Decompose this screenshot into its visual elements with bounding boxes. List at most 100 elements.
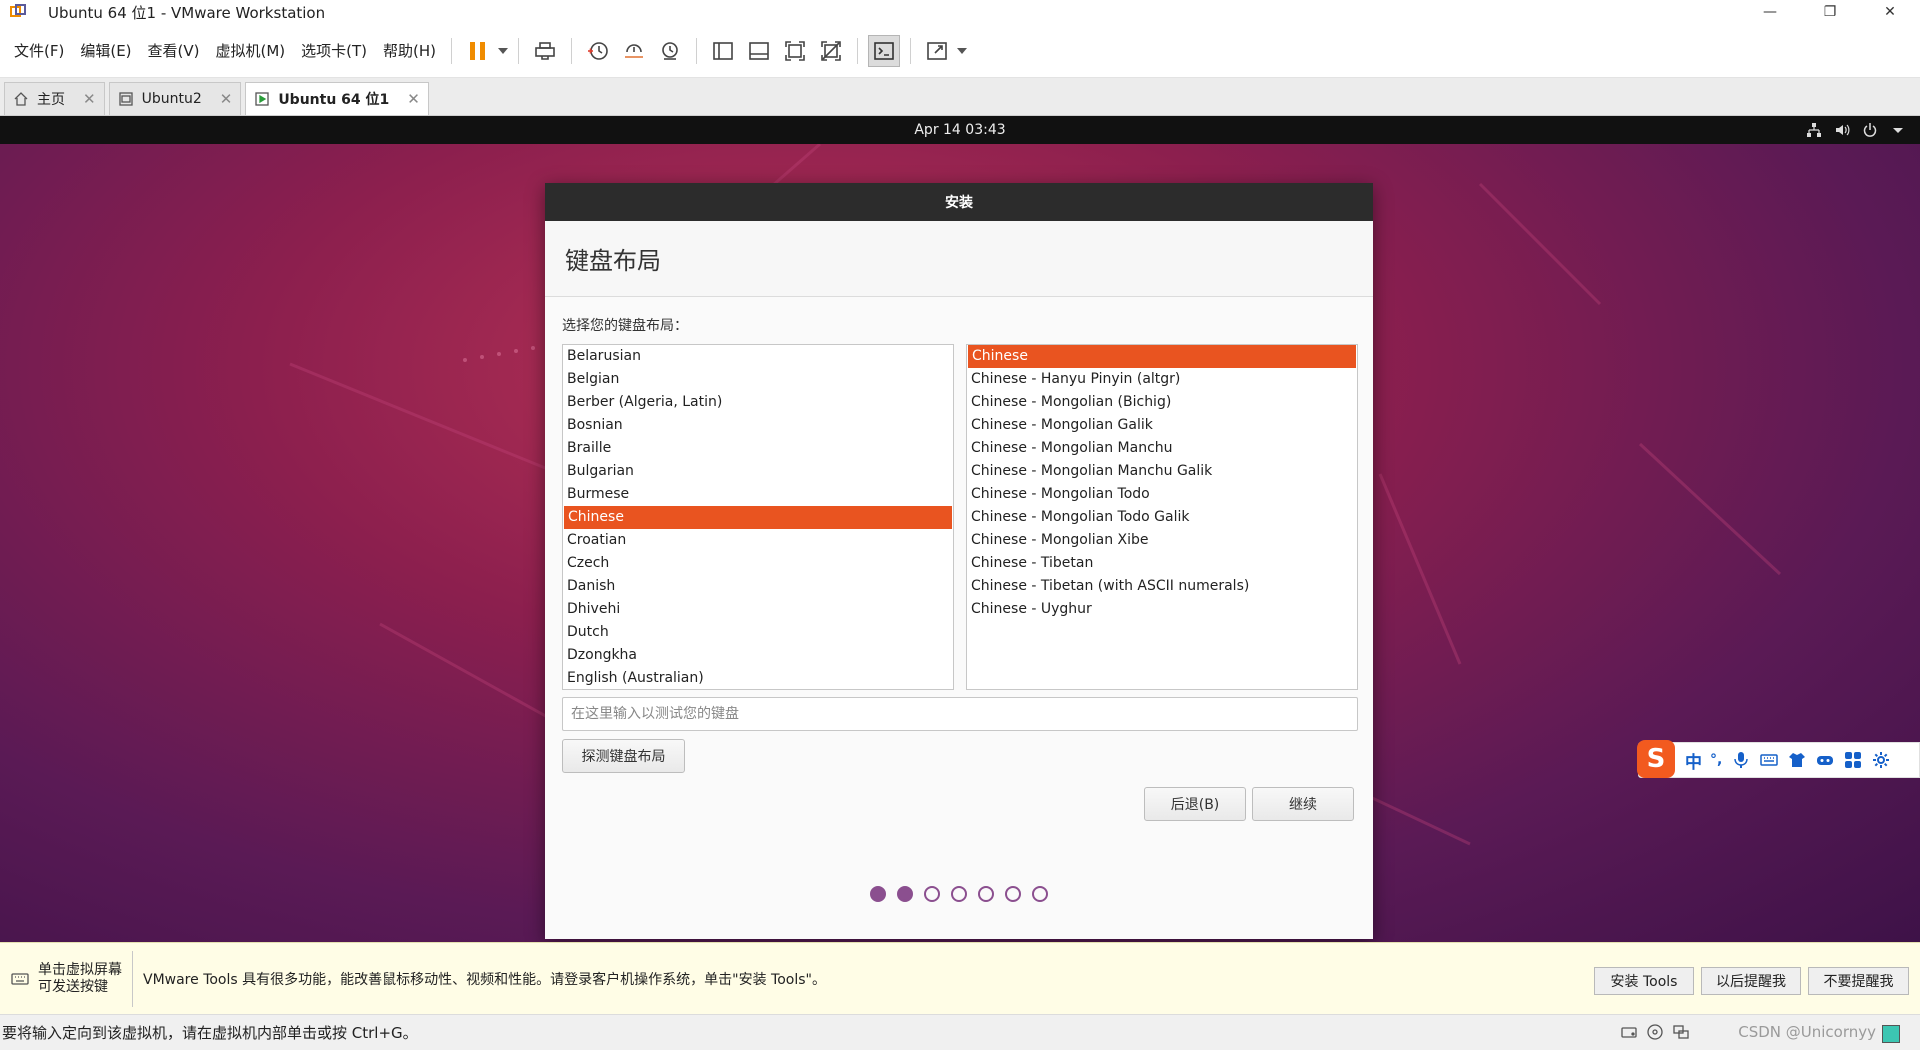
- close-button[interactable]: ✕: [1860, 0, 1920, 24]
- layout-item[interactable]: Danish: [563, 575, 953, 598]
- variant-item[interactable]: Chinese - Tibetan (with ASCII numerals): [967, 575, 1357, 598]
- progress-step-dot: [1032, 886, 1048, 902]
- variant-item[interactable]: Chinese - Mongolian Manchu Galik: [967, 460, 1357, 483]
- sogou-logo-icon[interactable]: S: [1637, 740, 1675, 778]
- game-icon[interactable]: [1816, 751, 1834, 769]
- variant-item[interactable]: Chinese - Mongolian Galik: [967, 414, 1357, 437]
- clock[interactable]: Apr 14 03:43: [914, 122, 1005, 138]
- status-bar: 要将输入定向到该虚拟机，请在虚拟机内部单击或按 Ctrl+G。 CSDN @Un…: [0, 1014, 1920, 1050]
- detect-layout-button[interactable]: 探测键盘布局: [562, 739, 685, 773]
- console-icon[interactable]: [868, 34, 901, 67]
- restore-button[interactable]: ❐: [1800, 0, 1860, 24]
- variant-item[interactable]: Chinese - Mongolian Manchu: [967, 437, 1357, 460]
- progress-step-dot: [897, 886, 913, 902]
- toolbar-divider: [857, 37, 859, 64]
- send-ctrl-alt-del-icon[interactable]: [529, 35, 561, 67]
- layout-item[interactable]: Czech: [563, 552, 953, 575]
- minimize-button[interactable]: —: [1740, 0, 1800, 24]
- menu-tabs[interactable]: 选项卡(T): [294, 40, 374, 61]
- variant-item[interactable]: Chinese - Mongolian Xibe: [967, 529, 1357, 552]
- keyboard-icon: [11, 972, 29, 985]
- layout-item[interactable]: Croatian: [563, 529, 953, 552]
- cd-drive-icon[interactable]: [1646, 1023, 1664, 1041]
- ime-toolbar[interactable]: S 中 °,: [1637, 740, 1920, 778]
- keyboard-icon[interactable]: [1760, 751, 1779, 769]
- toolbox-icon[interactable]: [1844, 751, 1862, 769]
- continue-button[interactable]: 继续: [1252, 787, 1354, 821]
- hard-disk-icon[interactable]: [1620, 1023, 1638, 1041]
- power-icon[interactable]: [1862, 122, 1878, 138]
- fullscreen-icon[interactable]: [779, 35, 811, 67]
- ime-punct-label[interactable]: °,: [1710, 752, 1722, 768]
- tab-ubuntu-64[interactable]: Ubuntu 64 位1 ✕: [245, 82, 429, 115]
- back-button[interactable]: 后退(B): [1144, 787, 1246, 821]
- menu-view[interactable]: 查看(V): [141, 40, 207, 61]
- variant-item[interactable]: Chinese - Hanyu Pinyin (altgr): [967, 368, 1357, 391]
- variant-item[interactable]: Chinese: [968, 345, 1356, 368]
- home-icon: [13, 91, 29, 107]
- ime-mode-label[interactable]: 中: [1685, 748, 1702, 773]
- installer-dialog: 安装 键盘布局 选择您的键盘布局： Belarusian Belgian Berbe…: [545, 183, 1373, 939]
- variant-item[interactable]: Chinese - Mongolian (Bichig): [967, 391, 1357, 414]
- layout-item[interactable]: Bulgarian: [563, 460, 953, 483]
- toolbar-divider: [910, 37, 912, 64]
- layout-item[interactable]: Bosnian: [563, 414, 953, 437]
- toolbar-divider: [451, 37, 453, 64]
- volume-icon[interactable]: [1834, 122, 1850, 138]
- page-title: 键盘布局: [545, 221, 1373, 297]
- keyboard-variant-list[interactable]: Chinese Chinese - Hanyu Pinyin (altgr) Chi…: [966, 344, 1358, 690]
- menu-file[interactable]: 文件(F): [7, 40, 71, 61]
- menu-edit[interactable]: 编辑(E): [73, 40, 138, 61]
- never-remind-button[interactable]: 不要提醒我: [1808, 967, 1909, 995]
- menu-help[interactable]: 帮助(H): [376, 40, 443, 61]
- stretch-icon[interactable]: [921, 35, 953, 67]
- tab-label: 主页: [37, 92, 65, 108]
- layout-item[interactable]: Burmese: [563, 483, 953, 506]
- menu-vm[interactable]: 虚拟机(M): [209, 40, 293, 61]
- keyboard-test-input[interactable]: [562, 697, 1358, 731]
- skin-icon[interactable]: [1788, 751, 1806, 769]
- layout-item[interactable]: Dzongkha: [563, 644, 953, 667]
- watermark: CSDN @Unicornyy: [1738, 1023, 1876, 1041]
- layout-item[interactable]: Berber (Algeria, Latin): [563, 391, 953, 414]
- layout-item[interactable]: Braille: [563, 437, 953, 460]
- snapshot-manager-icon[interactable]: [654, 35, 686, 67]
- variant-item[interactable]: Chinese - Uyghur: [967, 598, 1357, 621]
- close-icon[interactable]: ✕: [83, 90, 96, 108]
- layout-item[interactable]: Dutch: [563, 621, 953, 644]
- close-icon[interactable]: ✕: [220, 90, 233, 108]
- layout-item[interactable]: Belgian: [563, 368, 953, 391]
- window-title: Ubuntu 64 位1 - VMware Workstation: [48, 3, 326, 22]
- progress-step-dot: [1005, 886, 1021, 902]
- layout-item[interactable]: Chinese: [564, 506, 952, 529]
- keyboard-layout-list[interactable]: Belarusian Belgian Berber (Algeria, Latin)…: [562, 344, 954, 690]
- close-icon[interactable]: ✕: [407, 90, 420, 108]
- network-adapter-icon[interactable]: [1672, 1023, 1690, 1041]
- chevron-down-icon[interactable]: [1890, 122, 1906, 138]
- variant-item[interactable]: Chinese - Tibetan: [967, 552, 1357, 575]
- revert-snapshot-icon[interactable]: [618, 35, 650, 67]
- tab-ubuntu2[interactable]: Ubuntu2 ✕: [108, 82, 242, 115]
- pause-icon[interactable]: [462, 35, 494, 67]
- sidebar-icon[interactable]: [707, 35, 739, 67]
- variant-item[interactable]: Chinese - Mongolian Todo: [967, 483, 1357, 506]
- remind-later-button[interactable]: 以后提醒我: [1701, 967, 1801, 995]
- microphone-icon[interactable]: [1732, 751, 1750, 769]
- message-log-icon[interactable]: [1882, 1025, 1900, 1043]
- network-icon[interactable]: [1806, 122, 1822, 138]
- progress-step-dot: [951, 886, 967, 902]
- chevron-down-icon[interactable]: [955, 47, 969, 55]
- settings-icon[interactable]: [1872, 751, 1890, 769]
- variant-item[interactable]: Chinese - Mongolian Todo Galik: [967, 506, 1357, 529]
- layout-item[interactable]: Dhivehi: [563, 598, 953, 621]
- tab-home[interactable]: 主页 ✕: [4, 82, 105, 115]
- thumbnail-bar-icon[interactable]: [743, 35, 775, 67]
- layout-item[interactable]: English (Australian): [563, 667, 953, 689]
- install-tools-button[interactable]: 安装 Tools: [1594, 967, 1694, 995]
- tab-label: Ubuntu 64 位1: [278, 92, 390, 108]
- layout-item[interactable]: Belarusian: [563, 345, 953, 368]
- snapshot-icon[interactable]: [582, 35, 614, 67]
- unity-icon[interactable]: [815, 35, 847, 67]
- chevron-down-icon[interactable]: [496, 47, 510, 55]
- vmware-logo-icon: [10, 4, 28, 20]
